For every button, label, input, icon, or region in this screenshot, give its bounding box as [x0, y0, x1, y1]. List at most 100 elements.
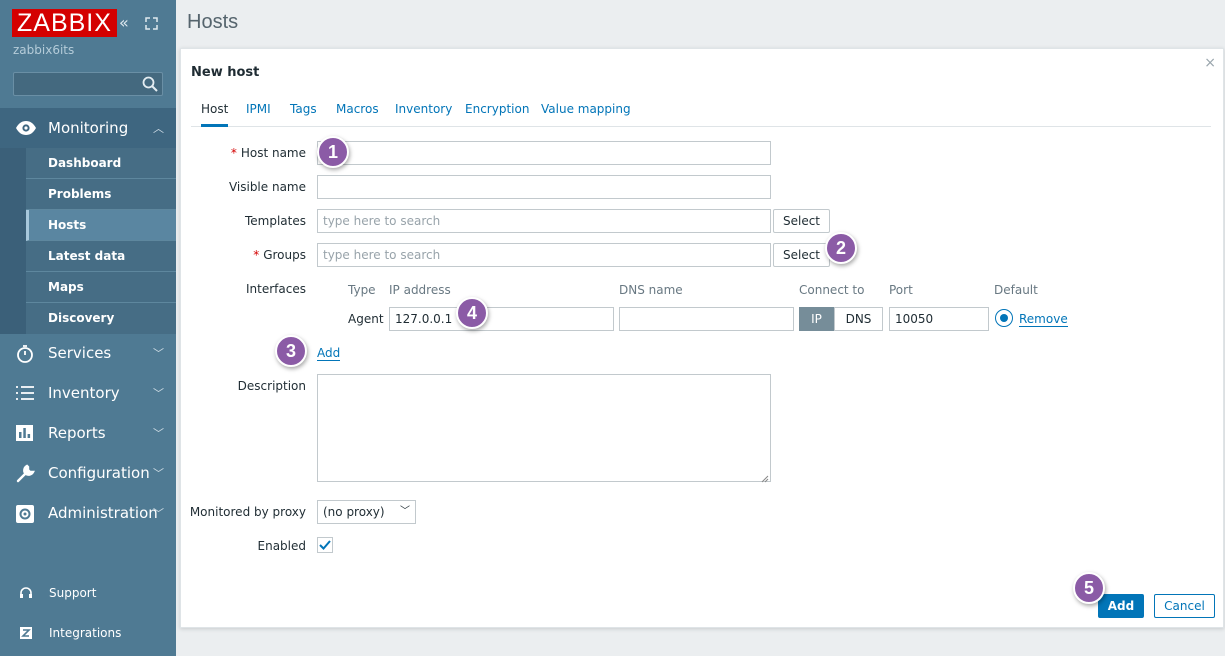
proxy-select[interactable]: (no proxy) ﹀: [317, 500, 416, 524]
resize-handle-icon[interactable]: [761, 472, 769, 486]
page-title: Hosts: [187, 11, 239, 33]
menu-inventory[interactable]: Inventory ﹀: [0, 373, 176, 413]
integrations-icon: [19, 626, 33, 640]
menu-configuration[interactable]: Configuration ﹀: [0, 453, 176, 493]
default-interface-radio[interactable]: [995, 309, 1013, 327]
proxy-select-value: (no proxy): [323, 505, 385, 519]
chevron-down-icon: ﹀: [153, 347, 164, 360]
interface-col-connect: Connect to: [799, 283, 865, 297]
interface-col-type: Type: [348, 283, 376, 297]
menu-configuration-label: Configuration: [48, 464, 150, 482]
interface-type: Agent: [348, 312, 384, 326]
templates-search-input[interactable]: [317, 209, 771, 233]
chevron-down-icon: ﹀: [153, 467, 164, 480]
dialog-tabs: Host IPMI Tags Macros Inventory Encrypti…: [191, 102, 1211, 127]
submenu-item-latest-data[interactable]: Latest data: [26, 241, 176, 272]
menu-monitoring[interactable]: Monitoring ︿: [0, 108, 176, 148]
required-marker: *: [253, 248, 260, 262]
collapse-sidebar-icon[interactable]: «: [119, 13, 129, 33]
submenu-item-hosts[interactable]: Hosts: [26, 210, 176, 241]
chevron-up-icon: ︿: [153, 122, 164, 135]
callout-badge-5: 5: [1073, 572, 1105, 604]
tab-inventory[interactable]: Inventory: [395, 102, 452, 127]
groups-search-input[interactable]: [317, 243, 771, 267]
submenu-item-dashboard[interactable]: Dashboard: [26, 148, 176, 179]
sidebar-item-support-label: Support: [49, 586, 97, 600]
callout-badge-4: 4: [456, 297, 488, 329]
list-icon: [15, 384, 35, 402]
chevron-down-icon: ﹀: [153, 507, 164, 520]
callout-badge-1: 1: [317, 136, 349, 168]
templates-select-button[interactable]: Select: [773, 209, 830, 233]
search-icon[interactable]: [141, 75, 159, 93]
proxy-label: Monitored by proxy: [189, 505, 306, 519]
chevron-down-icon: ﹀: [153, 427, 164, 440]
templates-label: Templates: [244, 214, 306, 228]
tab-ipmi[interactable]: IPMI: [246, 102, 271, 127]
menu-administration-label: Administration: [48, 504, 158, 522]
server-name: zabbix6its: [13, 43, 75, 57]
sidebar: ZABBIX « zabbix6its Monitoring ︿ Dashboa…: [0, 0, 176, 656]
tab-encryption[interactable]: Encryption: [465, 102, 529, 127]
enabled-checkbox[interactable]: [317, 537, 333, 553]
dialog-title: New host: [191, 65, 260, 80]
add-host-button[interactable]: Add: [1098, 594, 1144, 618]
submenu-item-problems[interactable]: Problems: [26, 179, 176, 210]
interface-col-default: Default: [994, 283, 1038, 297]
cancel-button[interactable]: Cancel: [1154, 594, 1215, 618]
chevron-down-icon: ﹀: [153, 387, 164, 400]
menu-reports-label: Reports: [48, 424, 106, 442]
interface-dns-input[interactable]: [619, 307, 794, 331]
remove-interface-link[interactable]: Remove: [1019, 312, 1068, 327]
submenu-item-discovery[interactable]: Discovery: [26, 303, 176, 334]
menu-monitoring-label: Monitoring: [48, 119, 129, 137]
groups-label: * Groups: [253, 248, 306, 262]
checkmark-icon: [319, 540, 331, 550]
bar-chart-icon: [15, 424, 35, 442]
close-icon[interactable]: ×: [1204, 55, 1216, 71]
monitoring-submenu: Dashboard Problems Hosts Latest data Map…: [0, 148, 176, 334]
kiosk-mode-icon[interactable]: [145, 15, 158, 35]
interface-ip-input[interactable]: [389, 307, 614, 331]
interface-col-dns: DNS name: [619, 283, 683, 297]
connect-to-dns-toggle[interactable]: DNS: [834, 307, 883, 331]
enabled-label: Enabled: [257, 539, 307, 553]
settings-gear-icon: [15, 504, 35, 523]
host-name-input[interactable]: [317, 141, 771, 165]
submenu-item-maps[interactable]: Maps: [26, 272, 176, 303]
stopwatch-icon: [15, 344, 35, 363]
sidebar-item-support[interactable]: Support: [0, 578, 176, 608]
add-interface-link[interactable]: Add: [317, 346, 341, 361]
menu-services-label: Services: [48, 344, 112, 362]
interface-col-ip: IP address: [389, 283, 451, 297]
description-textarea[interactable]: [317, 374, 771, 482]
groups-select-button[interactable]: Select: [773, 243, 830, 267]
eye-icon: [15, 119, 36, 137]
callout-badge-3: 3: [275, 335, 307, 367]
sidebar-search-input[interactable]: [13, 72, 163, 96]
menu-administration[interactable]: Administration ﹀: [0, 493, 176, 533]
tab-value-mapping[interactable]: Value mapping: [541, 102, 631, 127]
required-marker: *: [230, 146, 237, 160]
visible-name-input[interactable]: [317, 175, 771, 199]
connect-to-ip-toggle[interactable]: IP: [799, 307, 834, 331]
sidebar-item-integrations[interactable]: Integrations: [0, 618, 176, 648]
menu-reports[interactable]: Reports ﹀: [0, 413, 176, 453]
tab-tags[interactable]: Tags: [290, 102, 317, 127]
zabbix-logo[interactable]: ZABBIX: [12, 9, 117, 37]
sidebar-item-integrations-label: Integrations: [49, 626, 122, 640]
menu-inventory-label: Inventory: [48, 384, 120, 402]
interface-col-port: Port: [889, 283, 913, 297]
tab-macros[interactable]: Macros: [336, 102, 379, 127]
new-host-dialog: New host × Host IPMI Tags Macros Invento…: [180, 48, 1224, 628]
tab-host[interactable]: Host: [201, 102, 229, 127]
headset-icon: [19, 586, 33, 600]
chevron-down-icon: ﹀: [400, 506, 410, 517]
interfaces-label: Interfaces: [246, 282, 306, 296]
callout-badge-2: 2: [825, 232, 857, 264]
host-name-label: * Host name: [230, 146, 306, 160]
description-label: Description: [237, 379, 306, 393]
interface-port-input[interactable]: [889, 307, 989, 331]
menu-services[interactable]: Services ﹀: [0, 333, 176, 373]
wrench-icon: [15, 464, 35, 483]
